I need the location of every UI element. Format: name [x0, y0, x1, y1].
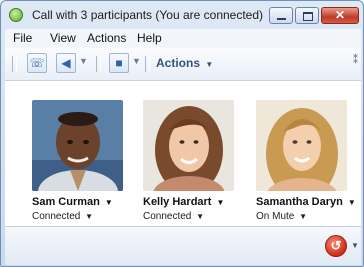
app-icon [9, 8, 23, 22]
actions-toolbar-label: Actions [156, 56, 201, 70]
hang-up-icon: ↺ [330, 238, 342, 253]
close-icon: ✕ [334, 8, 346, 22]
participant-photo [256, 100, 347, 191]
toolbar-grip-2[interactable] [96, 56, 101, 72]
phone-icon: ☏ [29, 56, 45, 70]
participants-area: Sam Curman ▼ Connected ▼ Kelly Hardart ▼… [5, 81, 361, 226]
participant-name[interactable]: Sam Curman ▼ [32, 196, 152, 208]
video-button[interactable]: ■ [109, 53, 129, 73]
maximize-button[interactable] [295, 7, 319, 24]
participant-photo [143, 100, 234, 191]
chevron-down-icon: ▼ [299, 212, 308, 221]
participant-status-text: Connected [143, 211, 192, 222]
toolbar: ☏ ◀ ▼ ■ ▼ Actions ▼ ⁑ [5, 48, 361, 81]
speaker-icon: ◀ [61, 56, 71, 70]
menu-bar: File View Actions Help [5, 29, 361, 48]
participant-name-text: Samantha Daryn [256, 196, 343, 208]
call-controls-bar: ↺ ▼ [5, 226, 361, 265]
close-button[interactable]: ✕ [321, 7, 359, 24]
participant-name[interactable]: Samantha Daryn ▼ [256, 196, 363, 208]
minimize-icon [277, 18, 286, 20]
actions-toolbar-button[interactable]: Actions ▼ [156, 56, 213, 70]
participant-photo [32, 100, 123, 191]
participant-name-text: Sam Curman [32, 196, 100, 208]
phone-button[interactable]: ☏ [27, 53, 47, 73]
participant-name[interactable]: Kelly Hardart ▼ [143, 196, 263, 208]
toolbar-overflow-icon[interactable]: ⁑ [353, 55, 358, 66]
participant-status[interactable]: On Mute ▼ [256, 211, 363, 222]
call-window: Call with 3 participants (You are connec… [0, 0, 364, 267]
participant-name-text: Kelly Hardart [143, 196, 212, 208]
chevron-down-icon: ▼ [196, 212, 205, 221]
participant-status[interactable]: Connected ▼ [32, 211, 152, 222]
toolbar-grip[interactable] [12, 56, 17, 72]
chevron-down-icon: ▼ [85, 212, 94, 221]
chevron-down-icon: ▼ [205, 60, 214, 69]
chevron-down-icon: ▼ [347, 198, 356, 207]
toolbar-grip-3[interactable] [145, 56, 150, 72]
hang-up-dropdown-icon[interactable]: ▼ [351, 241, 359, 250]
video-dropdown-icon[interactable]: ▼ [132, 56, 141, 66]
menu-view[interactable]: View [50, 31, 76, 45]
menu-actions[interactable]: Actions [87, 31, 126, 45]
video-icon: ■ [115, 56, 123, 70]
title-bar[interactable]: Call with 3 participants (You are connec… [1, 1, 363, 29]
audio-button[interactable]: ◀ [56, 53, 76, 73]
participant-card[interactable]: Samantha Daryn ▼ On Mute ▼ [256, 100, 363, 222]
menu-file[interactable]: File [13, 31, 32, 45]
menu-help[interactable]: Help [137, 31, 162, 45]
participant-status-text: Connected [32, 211, 81, 222]
participant-status[interactable]: Connected ▼ [143, 211, 263, 222]
audio-dropdown-icon[interactable]: ▼ [79, 56, 88, 66]
maximize-icon [303, 12, 313, 21]
chevron-down-icon: ▼ [216, 198, 225, 207]
hang-up-button[interactable]: ↺ [325, 235, 347, 257]
chevron-down-icon: ▼ [104, 198, 113, 207]
window-controls: ✕ [269, 7, 359, 24]
participant-card[interactable]: Kelly Hardart ▼ Connected ▼ [143, 100, 263, 222]
participant-card[interactable]: Sam Curman ▼ Connected ▼ [32, 100, 152, 222]
participant-status-text: On Mute [256, 211, 295, 222]
minimize-button[interactable] [269, 7, 293, 24]
window-title: Call with 3 participants (You are connec… [32, 8, 264, 22]
